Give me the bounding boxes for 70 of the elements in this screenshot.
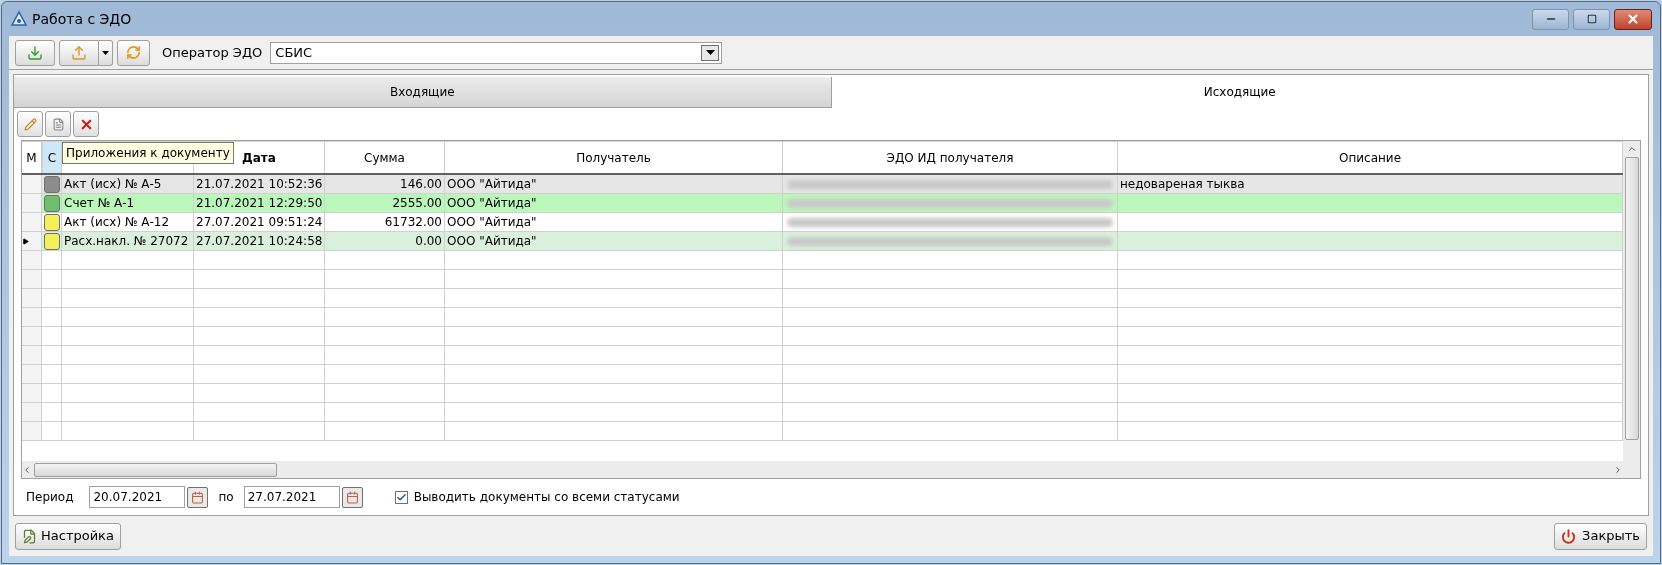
date-from-field[interactable]: 20.07.2021: [89, 486, 186, 508]
delete-button[interactable]: [73, 111, 99, 137]
scroll-left-icon: [22, 464, 32, 475]
maximize-icon: [1586, 14, 1597, 24]
caret-icon: [102, 50, 109, 55]
table-cell-text: ООО "Айтида": [447, 176, 537, 193]
column-header[interactable]: Получатель: [576, 148, 651, 167]
table-cell-text: 61732.00: [384, 214, 442, 231]
table-row[interactable]: Счет № А-1 21.07.2021 12:29:50 2555.00 ООО "Айтида": [22, 194, 1623, 213]
checkbox-label[interactable]: Выводить документы со всеми статусами: [413, 488, 680, 506]
table-cell-text: Акт (исх) № А-5: [64, 176, 162, 193]
column-header[interactable]: Сумма: [364, 148, 405, 167]
download-icon: [27, 44, 43, 61]
calendar-icon: [345, 490, 359, 504]
row-header[interactable]: [22, 232, 42, 250]
caret-icon: [705, 50, 715, 55]
table-cell-text: 27.07.2021 10:24:58: [196, 233, 323, 250]
operator-label: Оператор ЭДО: [162, 43, 263, 62]
table-cell-text: 21.07.2021 10:52:36: [196, 176, 323, 193]
calendar-icon: [191, 490, 205, 504]
period-label: Период: [26, 489, 74, 506]
settings-icon: [22, 528, 37, 544]
column-header[interactable]: Описание: [1338, 148, 1402, 167]
document-icon: [51, 117, 65, 131]
table-cell-text: 146.00: [400, 176, 442, 193]
upload-icon: [71, 44, 87, 61]
table-row[interactable]: Расх.накл. № 27072 27.07.2021 10:24:58 0.00 ООО "Айтида": [22, 232, 1623, 251]
table-cell-text: недовареная тыква: [1120, 176, 1245, 193]
column-header[interactable]: М: [26, 148, 37, 167]
table-row[interactable]: Акт (исх) № А-5 21.07.2021 10:52:36 146.00 ООО "Айтида" недовареная тыква: [22, 175, 1623, 194]
table-cell-text: Расх.накл. № 27072: [64, 233, 189, 250]
table-cell-text: Счет № А-1: [64, 195, 135, 212]
tooltip: Приложения к документу: [62, 142, 234, 164]
scroll-up-icon: [1626, 144, 1637, 154]
maximize-button[interactable]: [1573, 8, 1610, 30]
settings-button[interactable]: Настройка: [15, 522, 121, 550]
date-to-field[interactable]: 27.07.2021: [243, 486, 340, 508]
calendar-button[interactable]: [341, 486, 363, 508]
scroll-right-icon: [1613, 464, 1623, 475]
period-to-label: по: [218, 489, 234, 506]
minimize-button[interactable]: [1532, 8, 1569, 30]
table-cell-text: ООО "Айтида": [447, 233, 537, 250]
table-cell-text: 0.00: [415, 233, 442, 250]
download-button[interactable]: [15, 39, 55, 66]
calendar-button[interactable]: [187, 486, 209, 508]
edit-button[interactable]: [17, 111, 43, 137]
close-button[interactable]: Закрыть: [1554, 522, 1647, 550]
vertical-scrollbar[interactable]: [1623, 141, 1640, 478]
table-cell-text: 21.07.2021 12:29:50: [196, 195, 323, 212]
close-icon: [1626, 12, 1640, 26]
window-title: Работа с ЭДО: [32, 9, 132, 29]
table-cell-text: Акт (исх) № А-12: [64, 214, 170, 231]
table-cell-text: ООО "Айтида": [447, 214, 537, 231]
tab[interactable]: Входящие: [14, 77, 832, 108]
table-cell-text: ООО "Айтида": [447, 195, 537, 212]
attachments-button[interactable]: [45, 111, 71, 137]
power-icon: [1561, 528, 1577, 544]
column-header[interactable]: Дата: [242, 148, 276, 167]
operator-select[interactable]: СБИС: [270, 41, 723, 64]
dropdown-button[interactable]: [99, 39, 113, 66]
table-cell-text: 2555.00: [392, 195, 442, 212]
table-row[interactable]: Акт (исх) № А-12 27.07.2021 09:51:24 61732.00 ООО "Айтида": [22, 213, 1623, 232]
column-header[interactable]: ЭДО ИД получателя: [886, 148, 1014, 167]
table-cell-text: 27.07.2021 09:51:24: [196, 214, 323, 231]
app-logo-icon: [10, 10, 28, 28]
refresh-icon: [126, 45, 141, 60]
checkbox[interactable]: [394, 490, 408, 504]
close-window-button[interactable]: [1614, 8, 1652, 30]
horizontal-scrollbar[interactable]: [22, 461, 1623, 478]
pencil-icon: [23, 117, 37, 131]
